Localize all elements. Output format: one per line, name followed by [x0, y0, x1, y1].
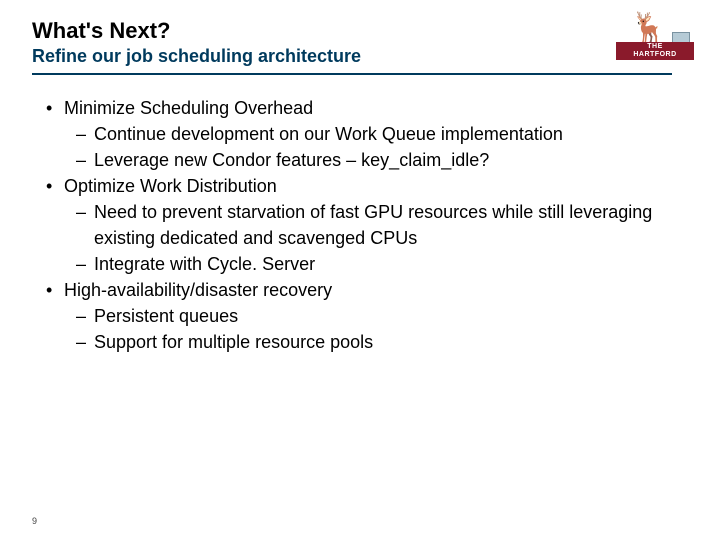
- sub-bullet-text: Support for multiple resource pools: [94, 332, 373, 352]
- sub-bullet-text: Continue development on our Work Queue i…: [94, 124, 563, 144]
- page-number: 9: [32, 516, 37, 526]
- bullet-text: High-availability/disaster recovery: [64, 280, 332, 300]
- sub-bullet-item: Continue development on our Work Queue i…: [76, 121, 688, 147]
- slide: 🦌 THE HARTFORD What's Next? Refine our j…: [0, 0, 720, 540]
- slide-header: What's Next? Refine our job scheduling a…: [32, 18, 688, 75]
- sub-bullet-text: Need to prevent starvation of fast GPU r…: [94, 202, 652, 248]
- bullet-text: Optimize Work Distribution: [64, 176, 277, 196]
- sub-bullet-item: Persistent queues: [76, 303, 688, 329]
- sub-bullet-text: Leverage new Condor features – key_claim…: [94, 150, 489, 170]
- bullet-item: High-availability/disaster recovery Pers…: [46, 277, 688, 355]
- bullet-item: Minimize Scheduling Overhead Continue de…: [46, 95, 688, 173]
- bullet-text: Minimize Scheduling Overhead: [64, 98, 313, 118]
- slide-title: What's Next?: [32, 18, 688, 44]
- sub-bullet-item: Leverage new Condor features – key_claim…: [76, 147, 688, 173]
- sub-bullet-item: Support for multiple resource pools: [76, 329, 688, 355]
- slide-body: Minimize Scheduling Overhead Continue de…: [32, 95, 688, 355]
- sub-bullet-text: Persistent queues: [94, 306, 238, 326]
- sub-bullet-item: Need to prevent starvation of fast GPU r…: [76, 199, 688, 251]
- slide-subtitle: Refine our job scheduling architecture: [32, 46, 688, 67]
- sub-bullet-text: Integrate with Cycle. Server: [94, 254, 315, 274]
- header-divider: [32, 73, 672, 75]
- sub-bullet-item: Integrate with Cycle. Server: [76, 251, 688, 277]
- bullet-item: Optimize Work Distribution Need to preve…: [46, 173, 688, 277]
